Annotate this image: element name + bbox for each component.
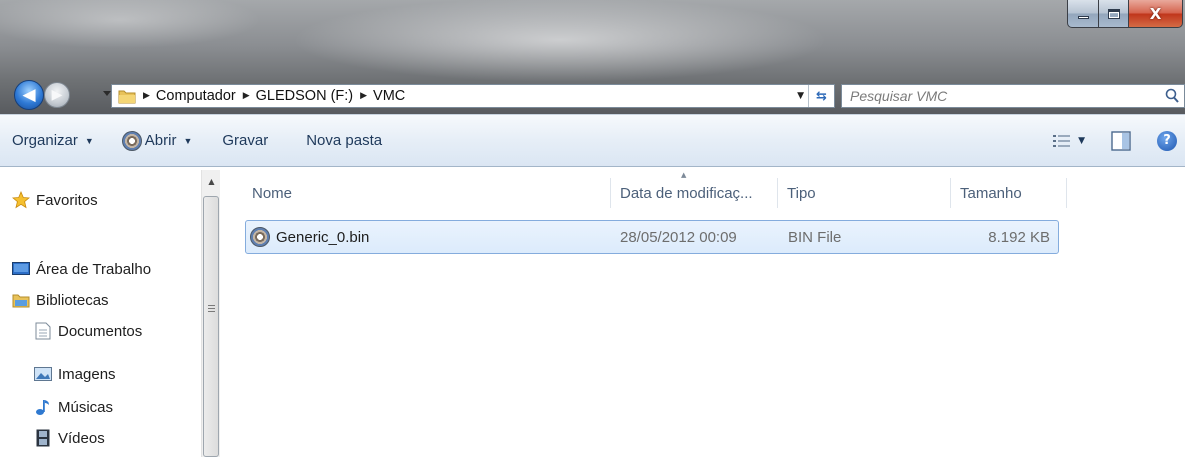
toolbar-right-group: ▼ ?: [1053, 115, 1185, 166]
chevron-right-icon: ▶: [360, 91, 368, 101]
back-button[interactable]: ◀: [14, 80, 44, 110]
chevron-down-icon: ▼: [183, 135, 193, 146]
file-type: BIN File: [788, 228, 842, 246]
burn-button[interactable]: Gravar: [222, 132, 268, 149]
disc-image-icon: [121, 130, 142, 151]
address-history-dropdown-icon[interactable]: ▼: [797, 91, 804, 101]
column-label-type: Tipo: [787, 184, 816, 202]
new-folder-label: Nova pasta: [306, 132, 383, 149]
arrow-right-icon: ▶: [51, 87, 63, 103]
forward-button[interactable]: ▶: [44, 82, 70, 108]
file-modified-cell: 28/05/2012 00:09: [620, 221, 737, 253]
music-note-icon: [34, 398, 52, 416]
chevron-down-icon: ▼: [84, 135, 94, 146]
libraries-icon: [12, 291, 30, 309]
nav-item-libraries[interactable]: Bibliotecas: [12, 291, 109, 309]
close-icon: X: [1149, 4, 1162, 23]
address-bar[interactable]: ▶ Computador ▶ GLEDSON (F:) ▶ VMC ▼ ⇆: [111, 84, 835, 108]
disc-image-icon: [250, 227, 270, 247]
open-label: Abrir: [144, 132, 177, 149]
minimize-button[interactable]: [1067, 0, 1099, 28]
maximize-icon: [1107, 8, 1120, 19]
recent-pages-button[interactable]: [103, 91, 111, 97]
burn-label: Gravar: [222, 132, 269, 149]
nav-label-videos: Vídeos: [58, 429, 105, 447]
file-modified: 28/05/2012 00:09: [620, 228, 737, 246]
image-icon: [34, 365, 52, 383]
file-type-cell: BIN File: [788, 221, 841, 253]
star-icon: [12, 191, 30, 209]
nav-item-favorites[interactable]: Favoritos: [12, 191, 98, 209]
arrow-left-icon: ◀: [22, 84, 36, 105]
nav-label-desktop: Área de Trabalho: [36, 260, 152, 278]
film-icon: [34, 429, 52, 447]
view-details-icon: [1053, 134, 1071, 147]
refresh-icon: ⇆: [816, 88, 827, 104]
new-folder-button[interactable]: Nova pasta: [306, 132, 382, 149]
nav-item-desktop[interactable]: Área de Trabalho: [12, 260, 151, 278]
nav-item-images[interactable]: Imagens: [34, 365, 116, 383]
column-header-type[interactable]: Tipo: [779, 178, 951, 208]
refresh-button[interactable]: ⇆: [808, 85, 834, 107]
nav-label-favorites: Favoritos: [36, 191, 98, 209]
nav-item-documents[interactable]: Documentos: [34, 322, 142, 340]
navigation-scrollbar[interactable]: ▲: [201, 170, 220, 457]
search-icon[interactable]: [1164, 88, 1180, 104]
minimize-icon: [1077, 16, 1089, 19]
chevron-right-icon: ▶: [143, 91, 150, 101]
open-button[interactable]: Abrir ▼: [121, 130, 193, 151]
organize-button[interactable]: Organizar ▼: [12, 132, 94, 149]
chevron-down-icon: [103, 91, 111, 96]
navigation-pane: Favoritos Área de Trabalho Bibliotecas D…: [0, 167, 220, 457]
column-header-name[interactable]: Nome: [244, 178, 611, 208]
command-bar: Organizar ▼ Abrir ▼ Gravar Nova pasta ▼ …: [0, 114, 1185, 167]
file-size: 8.192 KB: [988, 228, 1050, 246]
chevron-right-icon: ▶: [242, 91, 250, 101]
breadcrumb-drive[interactable]: GLEDSON (F:): [256, 88, 353, 104]
column-label-modified: Data de modificaç...: [620, 184, 753, 202]
help-icon[interactable]: ?: [1157, 130, 1177, 151]
window-title-bar: X ◀ ▶ ▶ Computador ▶ GLEDSON (F:) ▶ VMC …: [0, 0, 1185, 114]
column-header-modified[interactable]: Data de modificaç...: [612, 178, 778, 208]
column-label-size: Tamanho: [960, 184, 1022, 202]
search-input[interactable]: [850, 86, 1160, 106]
nav-label-libraries: Bibliotecas: [36, 291, 109, 309]
nav-item-videos[interactable]: Vídeos: [34, 429, 105, 447]
folder-icon: [118, 90, 136, 104]
file-name-cell: Generic_0.bin: [250, 221, 369, 253]
file-name: Generic_0.bin: [276, 228, 370, 246]
organize-label: Organizar: [12, 132, 78, 149]
nav-item-music[interactable]: Músicas: [34, 398, 113, 416]
scroll-up-arrow-icon[interactable]: ▲: [202, 170, 221, 192]
table-row[interactable]: Generic_0.bin 28/05/2012 00:09 BIN File …: [245, 220, 1059, 254]
nav-label-music: Músicas: [58, 398, 114, 416]
close-button[interactable]: X: [1129, 0, 1183, 28]
scrollbar-grip: [208, 305, 215, 313]
breadcrumb-computer[interactable]: Computador: [156, 88, 236, 104]
desktop-icon: [12, 260, 30, 278]
change-view-button[interactable]: ▼: [1053, 134, 1085, 148]
chevron-down-icon: ▼: [1078, 135, 1085, 146]
breadcrumb-folder[interactable]: VMC: [373, 88, 405, 104]
nav-label-images: Imagens: [58, 365, 116, 383]
document-icon: [34, 322, 52, 340]
maximize-button[interactable]: [1099, 0, 1129, 28]
scrollbar-thumb[interactable]: [203, 196, 219, 457]
preview-pane-icon[interactable]: [1111, 130, 1131, 151]
search-box: [841, 84, 1185, 108]
window-controls: X: [1067, 0, 1183, 30]
column-header-size[interactable]: Tamanho: [952, 178, 1067, 208]
column-label-name: Nome: [252, 184, 293, 202]
nav-label-documents: Documentos: [58, 322, 143, 340]
file-size-cell: 8.192 KB: [988, 221, 1050, 253]
file-list: Nome ▲ Data de modificaç... Tipo Tamanho…: [221, 167, 1185, 457]
